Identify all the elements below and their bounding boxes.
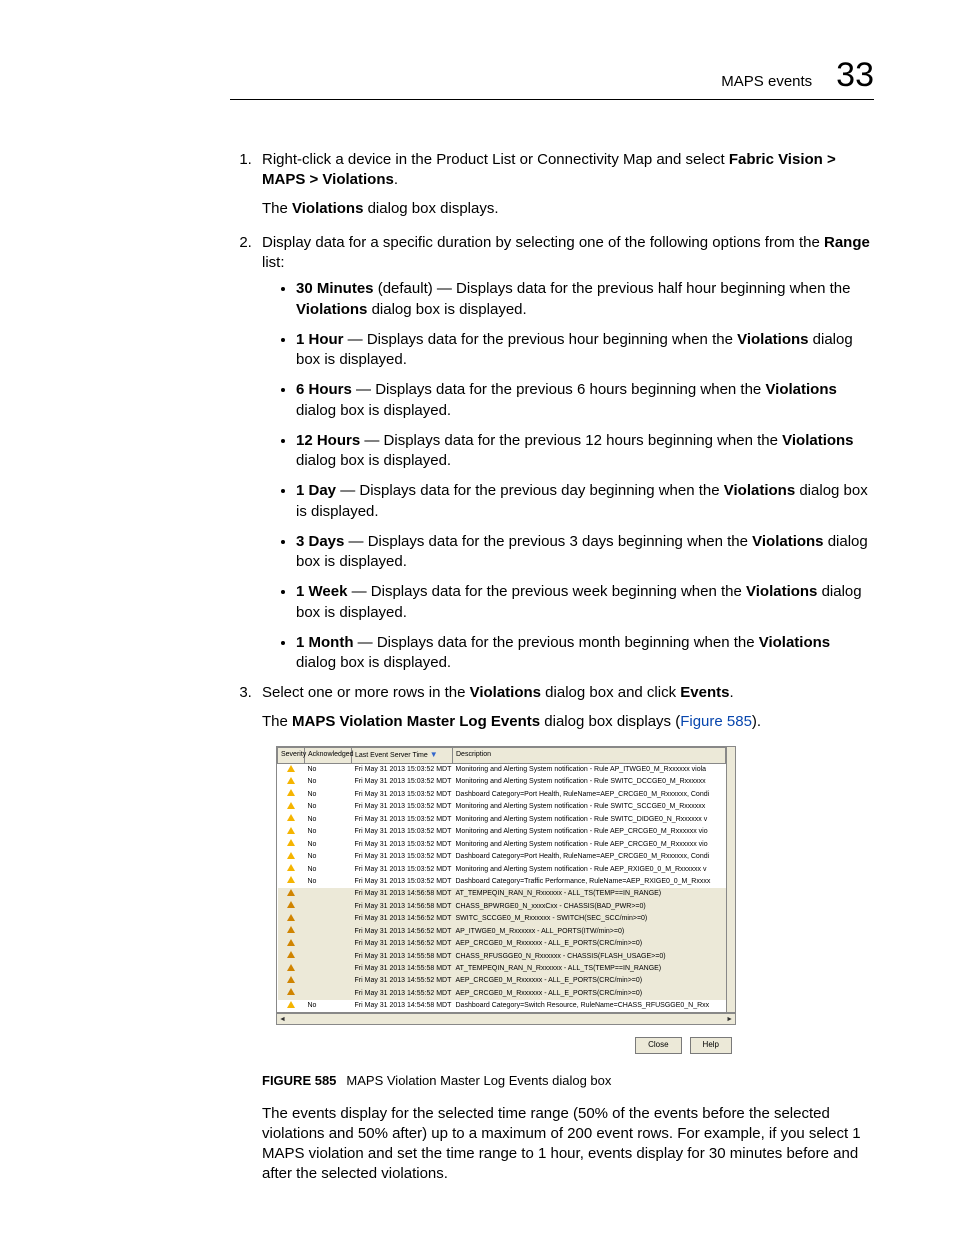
step-1-lead: Right-click a device in the Product List… [262, 151, 729, 168]
range-options-list: 30 Minutes (default) — Displays data for… [262, 279, 874, 673]
step-2: Display data for a specific duration by … [256, 233, 874, 674]
sort-desc-icon: ▼ [430, 750, 438, 759]
help-button[interactable]: Help [690, 1037, 732, 1054]
page-content: MAPS events 33 Right-click a device in t… [0, 0, 954, 1255]
step-3-result: The MAPS Violation Master Log Events dia… [262, 712, 874, 732]
scroll-left-icon[interactable]: ◄ [279, 1015, 286, 1024]
warning-icon [287, 988, 295, 995]
col-acknowledged[interactable]: Acknowledged [305, 747, 352, 763]
table-header-row: Severity Acknowledged Last Event Server … [278, 747, 726, 763]
warning-icon [287, 827, 295, 834]
close-button[interactable]: Close [635, 1037, 681, 1054]
col-severity[interactable]: Severity [278, 747, 305, 763]
figure-caption: FIGURE 585MAPS Violation Master Log Even… [262, 1072, 874, 1090]
table-row[interactable]: NoFri May 31 2013 15:03:52 MDTMonitoring… [278, 801, 726, 813]
warning-icon [287, 976, 295, 983]
warning-icon [287, 802, 295, 809]
col-description[interactable]: Description [453, 747, 726, 763]
table-row[interactable]: Fri May 31 2013 14:56:52 MDTAP_ITWGE0_M_… [278, 925, 726, 937]
table-row[interactable]: NoFri May 31 2013 15:03:52 MDTDashboard … [278, 875, 726, 887]
table-row[interactable]: NoFri May 31 2013 15:03:52 MDTMonitoring… [278, 826, 726, 838]
step-3: Select one or more rows in the Violation… [256, 683, 874, 1184]
step-1: Right-click a device in the Product List… [256, 150, 874, 219]
table-row[interactable]: Fri May 31 2013 14:56:58 MDTAT_TEMPEQIN_… [278, 888, 726, 900]
warning-icon [287, 914, 295, 921]
scroll-right-icon[interactable]: ► [726, 1015, 733, 1024]
table-row[interactable]: NoFri May 31 2013 14:54:58 MDTDashboard … [278, 1000, 726, 1012]
table-row[interactable]: Fri May 31 2013 14:56:52 MDTSWITC_SCCGE0… [278, 913, 726, 925]
table-row[interactable]: Fri May 31 2013 14:55:58 MDTAT_TEMPEQIN_… [278, 963, 726, 975]
range-option: 12 Hours — Displays data for the previou… [296, 431, 874, 472]
warning-icon [287, 852, 295, 859]
warning-icon [287, 789, 295, 796]
step-1-result: The Violations dialog box displays. [262, 199, 874, 219]
warning-icon [287, 901, 295, 908]
vertical-scrollbar[interactable] [726, 746, 736, 1014]
col-time[interactable]: Last Event Server Time ▼ [352, 747, 453, 763]
table-row[interactable]: NoFri May 31 2013 15:03:52 MDTDashboard … [278, 851, 726, 863]
table-row[interactable]: Fri May 31 2013 14:55:52 MDTAEP_CRCGE0_M… [278, 975, 726, 987]
header-title: MAPS events [721, 73, 812, 90]
warning-icon [287, 889, 295, 896]
range-option: 1 Week — Displays data for the previous … [296, 582, 874, 623]
warning-icon [287, 839, 295, 846]
warning-icon [287, 1001, 295, 1008]
steps-list: Right-click a device in the Product List… [230, 150, 874, 1185]
warning-icon [287, 964, 295, 971]
warning-icon [287, 765, 295, 772]
warning-icon [287, 876, 295, 883]
chapter-number: 33 [836, 56, 874, 95]
warning-icon [287, 864, 295, 871]
range-option: 1 Hour — Displays data for the previous … [296, 330, 874, 371]
table-row[interactable]: NoFri May 31 2013 15:03:52 MDTMonitoring… [278, 863, 726, 875]
step-1-tail: . [394, 171, 398, 188]
events-dialog: Severity Acknowledged Last Event Server … [276, 746, 736, 1058]
horizontal-scrollbar[interactable]: ◄ ► [276, 1013, 736, 1025]
figure-585: Severity Acknowledged Last Event Server … [262, 746, 874, 1090]
table-row[interactable]: NoFri May 31 2013 15:03:52 MDTMonitoring… [278, 813, 726, 825]
table-row[interactable]: NoFri May 31 2013 15:03:52 MDTDashboard … [278, 788, 726, 800]
range-option: 1 Day — Displays data for the previous d… [296, 481, 874, 522]
dialog-button-bar: Close Help [276, 1025, 736, 1058]
explanatory-text: The events display for the selected time… [262, 1104, 874, 1185]
warning-icon [287, 939, 295, 946]
range-option: 30 Minutes (default) — Displays data for… [296, 279, 874, 320]
table-row[interactable]: Fri May 31 2013 14:55:58 MDTCHASS_RFUSGG… [278, 950, 726, 962]
table-row[interactable]: Fri May 31 2013 14:56:58 MDTCHASS_BPWRGE… [278, 900, 726, 912]
table-row[interactable]: NoFri May 31 2013 15:03:52 MDTMonitoring… [278, 776, 726, 788]
table-row[interactable]: Fri May 31 2013 14:56:52 MDTAEP_CRCGE0_M… [278, 938, 726, 950]
table-row[interactable]: Fri May 31 2013 14:55:52 MDTAEP_CRCGE0_M… [278, 987, 726, 999]
warning-icon [287, 814, 295, 821]
figure-link[interactable]: Figure 585 [680, 713, 752, 730]
table-row[interactable]: NoFri May 31 2013 15:03:52 MDTMonitoring… [278, 763, 726, 776]
table-row[interactable]: NoFri May 31 2013 15:03:52 MDTMonitoring… [278, 838, 726, 850]
range-option: 1 Month — Displays data for the previous… [296, 633, 874, 674]
events-table: Severity Acknowledged Last Event Server … [277, 747, 726, 1013]
warning-icon [287, 951, 295, 958]
page-header: MAPS events 33 [230, 56, 874, 100]
range-option: 6 Hours — Displays data for the previous… [296, 380, 874, 421]
warning-icon [287, 926, 295, 933]
range-option: 3 Days — Displays data for the previous … [296, 532, 874, 573]
warning-icon [287, 777, 295, 784]
